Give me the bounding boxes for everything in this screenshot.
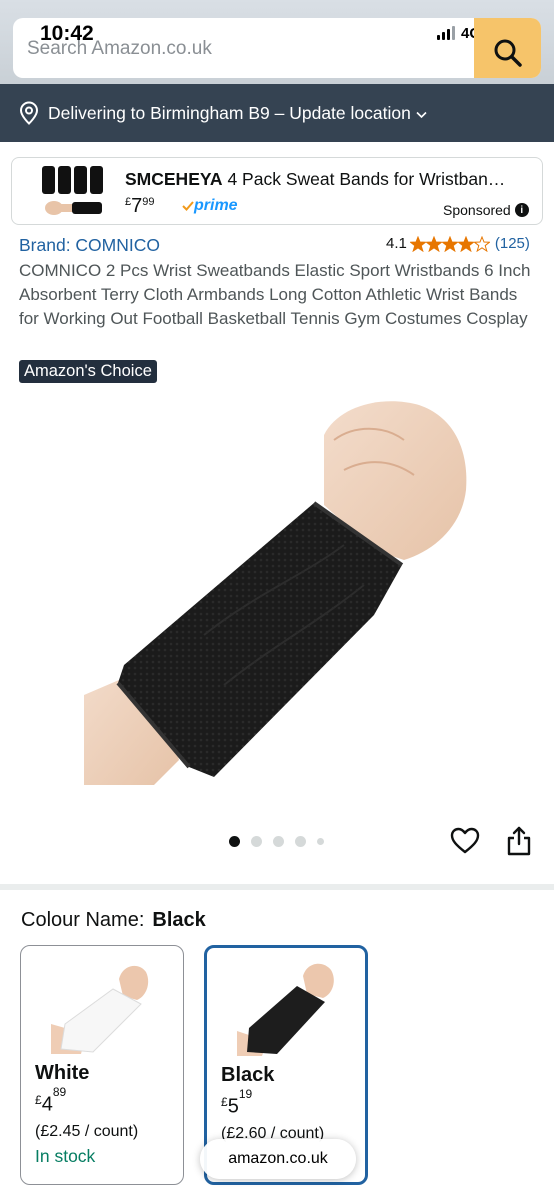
delivery-location-bar[interactable]: Delivering to Birmingham B9 – Update loc… (0, 84, 554, 142)
share-icon[interactable] (505, 825, 533, 857)
colour-option-white[interactable]: White £489 (£2.45 / count) In stock (20, 945, 184, 1185)
selected-colour: Black (152, 909, 206, 931)
carousel-dot[interactable] (295, 836, 306, 847)
option-price: £519 (221, 1087, 253, 1118)
star-icon (457, 235, 474, 252)
info-icon[interactable]: i (514, 203, 529, 217)
star-icon (473, 235, 490, 252)
star-icon (441, 235, 458, 252)
carousel-dot[interactable] (229, 836, 240, 847)
section-divider (0, 884, 554, 890)
prime-badge: prime (182, 197, 238, 215)
sponsored-product-thumbnail (42, 166, 103, 215)
heart-icon[interactable] (450, 826, 480, 856)
option-name: White (35, 1062, 90, 1084)
rating-summary[interactable]: 4.1 (125) (386, 235, 530, 252)
product-image[interactable] (84, 395, 470, 785)
carousel-dot[interactable] (273, 836, 284, 847)
sponsored-title[interactable]: SMCEHEYA 4 Pack Sweat Bands for Wristban… (125, 169, 535, 190)
rating-stars (409, 235, 490, 252)
signal-icon (437, 26, 455, 40)
carousel-dot[interactable] (317, 838, 324, 845)
option-unit-price: (£2.45 / count) (35, 1123, 139, 1140)
white-wristband-image (51, 965, 149, 1054)
location-pin-icon (19, 101, 39, 125)
star-icon (425, 235, 442, 252)
carousel-dot[interactable] (251, 836, 262, 847)
image-carousel-indicators[interactable] (229, 836, 324, 847)
search-icon (494, 39, 522, 67)
sponsored-ad[interactable]: SMCEHEYA 4 Pack Sweat Bands for Wristban… (11, 157, 543, 225)
colour-name-row: Colour Name: Black (21, 909, 206, 932)
domain-toast[interactable]: amazon.co.uk (200, 1139, 356, 1179)
chevron-down-icon (416, 111, 427, 119)
brand-link[interactable]: Brand: COMNICO (19, 235, 160, 256)
colour-label: Colour Name: (21, 909, 145, 931)
rating-value: 4.1 (386, 235, 407, 252)
sponsored-price: £799 (125, 195, 155, 217)
search-input[interactable]: Search Amazon.co.uk (27, 38, 212, 60)
delivery-text: Delivering to Birmingham B9 – Update loc… (48, 102, 411, 123)
search-button[interactable] (474, 18, 541, 78)
prime-check-icon (182, 201, 194, 211)
app-header: 10:42 Search Amazon.co.uk 4G 85 (0, 0, 554, 84)
amazons-choice-badge: Amazon's Choice (19, 360, 157, 383)
option-price: £489 (35, 1085, 67, 1116)
star-icon (409, 235, 426, 252)
product-title: COMNICO 2 Pcs Wrist Sweatbands Elastic S… (19, 261, 531, 328)
option-stock: In stock (35, 1146, 96, 1166)
review-count[interactable]: (125) (495, 235, 530, 252)
sponsored-label[interactable]: Sponsored i (443, 202, 529, 218)
black-wristband-image (237, 963, 334, 1056)
option-name: Black (221, 1064, 275, 1086)
